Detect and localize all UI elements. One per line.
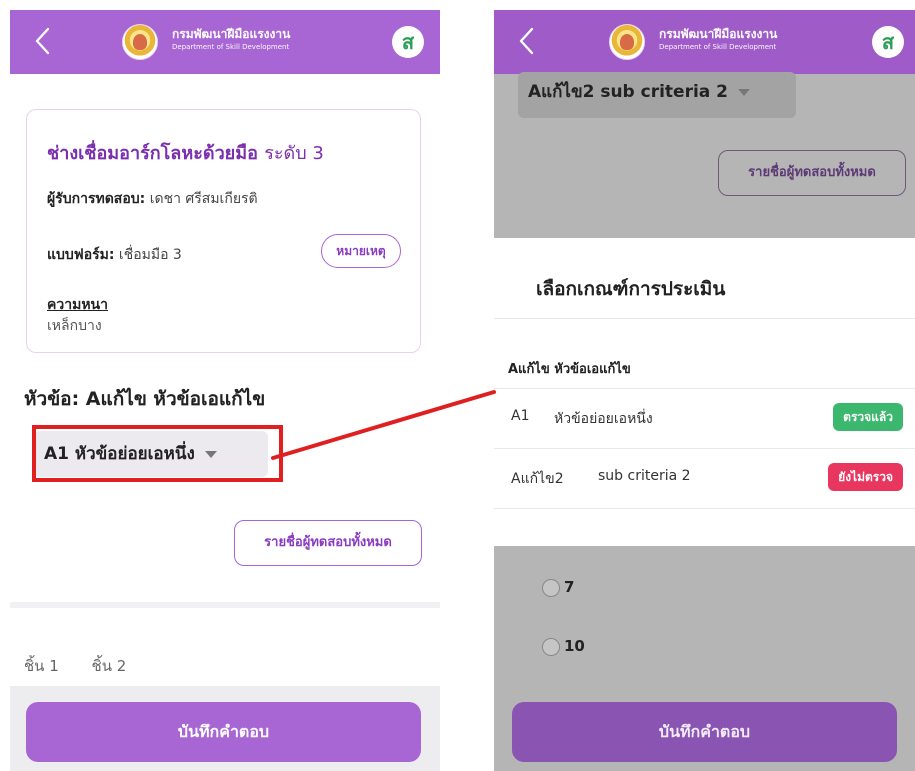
skill-level: ระดับ 3	[264, 143, 324, 164]
thickness-value: เหล็กบาง	[47, 318, 102, 334]
org-logo	[122, 24, 158, 60]
save-answer-button[interactable]: บันทึกคำตอบ	[26, 702, 421, 762]
examinee-value: เดชา ศรีสมเกียรติ	[149, 191, 258, 207]
radio-option[interactable]: 10	[542, 637, 585, 656]
caret-down-icon	[738, 88, 751, 96]
chevron-left-icon	[519, 27, 534, 55]
criteria-code: Aแก้ไข2	[511, 471, 564, 487]
radio-option[interactable]: 7	[542, 578, 574, 597]
radio-option-label: 7	[564, 578, 575, 596]
footer: บันทึกคำตอบ	[10, 686, 440, 771]
back-button[interactable]	[28, 24, 58, 58]
status-badge: ยังไม่ตรวจ	[828, 463, 903, 491]
footer-dimmed: บันทึกคำตอบ	[494, 686, 915, 771]
sheet-title: เลือกเกณฑ์การประเมิน	[536, 278, 726, 300]
all-examinees-button-dimmed[interactable]: รายชื่อผู้ทดสอบทั้งหมด	[718, 150, 906, 196]
subtopic-dropdown-label: Aแก้ไข2 sub criteria 2	[528, 82, 729, 102]
form-label: แบบฟอร์ม:	[47, 247, 115, 263]
org-brand: กรมพัฒนาฝีมือแรงงาน Department of Skill …	[659, 26, 777, 53]
subtopic-dropdown-dimmed[interactable]: Aแก้ไข2 sub criteria 2	[518, 72, 796, 118]
radio-circle-icon	[542, 637, 560, 656]
thickness-label: ความหนา	[47, 297, 108, 313]
criteria-code: A1	[511, 408, 530, 424]
criteria-name: sub criteria 2	[598, 468, 691, 484]
note-button[interactable]: หมายเหตุ	[321, 234, 401, 268]
org-brand: กรมพัฒนาฝีมือแรงงาน Department of Skill …	[172, 26, 290, 53]
divider	[494, 318, 915, 319]
piece-tabs: ชิ้น 1 ชิ้น 2	[24, 654, 154, 678]
form-row: แบบฟอร์ม: เชื่อมมือ 3	[47, 244, 182, 266]
app-bar: กรมพัฒนาฝีมือแรงงาน Department of Skill …	[10, 10, 440, 74]
skill-title: ช่างเชื่อมอาร์กโลหะด้วยมือ ระดับ 3	[47, 138, 324, 167]
radio-circle-icon	[542, 578, 560, 597]
status-badge: ตรวจแล้ว	[833, 403, 903, 431]
right-screen: กรมพัฒนาฝีมือแรงงาน Department of Skill …	[494, 10, 915, 771]
avatar[interactable]: ส	[392, 26, 424, 58]
topic-heading: หัวข้อ: Aแก้ไข หัวข้อเอแก้ไข	[24, 388, 266, 410]
tab-piece-1[interactable]: ชิ้น 1	[24, 657, 59, 675]
skill-name: ช่างเชื่อมอาร์กโลหะด้วยมือ	[47, 143, 258, 164]
criteria-name: หัวข้อย่อยเอหนึ่ง	[554, 411, 653, 427]
criteria-sheet: เลือกเกณฑ์การประเมิน Aแก้ไข หัวข้อเอแก้ไ…	[494, 238, 915, 546]
all-examinees-button[interactable]: รายชื่อผู้ทดสอบทั้งหมด	[234, 520, 422, 566]
chevron-left-icon	[35, 27, 50, 55]
examinee-label: ผู้รับการทดสอบ:	[47, 191, 146, 207]
criteria-row[interactable]: A1 หัวข้อย่อยเอหนึ่ง ตรวจแล้ว	[494, 388, 915, 448]
tab-piece-2[interactable]: ชิ้น 2	[92, 657, 127, 675]
left-screen: กรมพัฒนาฝีมือแรงงาน Department of Skill …	[10, 10, 440, 771]
radio-option-label: 10	[564, 637, 585, 655]
org-logo	[609, 24, 645, 60]
avatar[interactable]: ส	[872, 26, 904, 58]
org-name-en: Department of Skill Development	[172, 43, 290, 51]
examinee-row: ผู้รับการทดสอบ: เดชา ศรีสมเกียรติ	[47, 188, 258, 210]
criteria-group-heading: Aแก้ไข หัวข้อเอแก้ไข	[508, 362, 631, 377]
back-button[interactable]	[512, 24, 542, 58]
exam-info-card: ช่างเชื่อมอาร์กโลหะด้วยมือ ระดับ 3 ผู้รั…	[26, 109, 421, 353]
save-answer-button-dimmed[interactable]: บันทึกคำตอบ	[512, 702, 897, 762]
criteria-row[interactable]: Aแก้ไข2 sub criteria 2 ยังไม่ตรวจ	[494, 448, 915, 508]
form-value: เชื่อมมือ 3	[118, 247, 182, 263]
section-divider	[10, 602, 440, 608]
app-bar-dimmed: กรมพัฒนาฝีมือแรงงาน Department of Skill …	[494, 10, 915, 74]
divider	[494, 508, 915, 509]
org-name-th: กรมพัฒนาฝีมือแรงงาน	[172, 27, 291, 41]
org-name-th: กรมพัฒนาฝีมือแรงงาน	[659, 27, 778, 41]
highlight-box	[32, 425, 283, 482]
org-name-en: Department of Skill Development	[659, 43, 777, 51]
